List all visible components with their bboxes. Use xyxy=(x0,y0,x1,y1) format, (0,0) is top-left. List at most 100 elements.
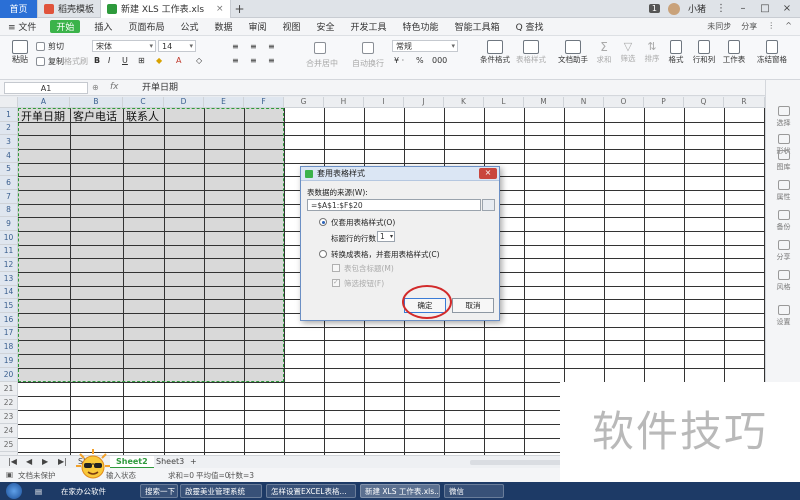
side-settings[interactable]: 设置 xyxy=(766,305,800,327)
more-icon[interactable]: ⋮ xyxy=(714,3,728,14)
column-header[interactable]: O xyxy=(604,97,644,108)
side-gallery[interactable]: 图库 xyxy=(766,150,800,172)
column-header[interactable]: L xyxy=(484,97,524,108)
tab-count-badge[interactable]: 1 xyxy=(648,4,660,13)
row-header[interactable]: 19 xyxy=(0,354,18,368)
row-header[interactable]: 2 xyxy=(0,122,18,135)
paste-button[interactable]: 粘贴 xyxy=(6,40,34,65)
header-checkbox[interactable] xyxy=(332,264,340,272)
minimize-icon[interactable]: – xyxy=(736,3,750,14)
row-header[interactable]: 18 xyxy=(0,340,18,354)
taskbar-search[interactable]: 搜索一下 xyxy=(140,484,178,498)
row-header[interactable]: 14 xyxy=(0,286,18,299)
format-button[interactable]: 格式 xyxy=(664,40,688,65)
fx-icon[interactable]: fx xyxy=(110,82,119,92)
column-header[interactable]: J xyxy=(404,97,444,108)
row-header[interactable]: 10 xyxy=(0,231,18,245)
menu-file[interactable]: ≡ 文件 xyxy=(0,18,44,36)
row-header[interactable]: 7 xyxy=(0,190,18,204)
row-header[interactable]: 23 xyxy=(0,410,18,424)
avatar[interactable] xyxy=(667,2,680,15)
side-select[interactable]: 选择 xyxy=(766,106,800,128)
wrap-button[interactable]: 自动换行 xyxy=(352,58,384,69)
column-header[interactable]: P xyxy=(644,97,684,108)
column-header[interactable]: M xyxy=(524,97,564,108)
bold-button[interactable]: B xyxy=(94,56,100,65)
tab-home[interactable]: 首页 xyxy=(0,0,38,18)
taskbar-office[interactable]: 在家办公软件 xyxy=(56,484,134,498)
row-header[interactable]: 21 xyxy=(0,382,18,396)
row-header[interactable]: 24 xyxy=(0,424,18,438)
convert-label[interactable]: 转换成表格，并套用表格样式(C) xyxy=(331,249,440,260)
side-backup[interactable]: 备份 xyxy=(766,210,800,232)
new-tab-button[interactable]: + xyxy=(231,2,249,16)
share-button[interactable]: 分享 xyxy=(741,21,757,32)
side-share[interactable]: 分享 xyxy=(766,240,800,262)
tab-workbook[interactable]: 新建 XLS 工作表.xls × xyxy=(101,0,231,18)
name-box[interactable]: A1 xyxy=(4,82,88,94)
copy-button[interactable]: 复制 xyxy=(36,56,64,67)
taskbar-item-4[interactable]: 微信 xyxy=(444,484,504,498)
column-header[interactable]: K xyxy=(444,97,484,108)
taskbar-item-2[interactable]: 怎样设置EXCEL表格... xyxy=(266,484,356,498)
merge-icon[interactable] xyxy=(314,42,326,54)
italic-button[interactable]: I xyxy=(108,56,110,65)
menu-start[interactable]: 开始 xyxy=(50,20,81,33)
range-picker-button[interactable] xyxy=(482,199,495,211)
side-properties[interactable]: 属性 xyxy=(766,180,800,202)
column-header[interactable]: F xyxy=(244,97,284,108)
row-header[interactable]: 13 xyxy=(0,272,18,286)
row-header[interactable]: 16 xyxy=(0,313,18,327)
rowcol-button[interactable]: 行和列 xyxy=(690,40,718,65)
side-style[interactable]: 风格 xyxy=(766,270,800,292)
freeze-button[interactable]: 冻结窗格 xyxy=(752,40,792,65)
column-header[interactable]: C xyxy=(123,97,164,108)
collapse-ribbon-icon[interactable]: ^ xyxy=(785,21,792,32)
user-name[interactable]: 小猪 xyxy=(688,2,706,15)
menu-developer[interactable]: 开发工具 xyxy=(343,18,395,36)
close-tab-icon[interactable]: × xyxy=(216,4,224,14)
conditional-format-button[interactable]: 条件格式 xyxy=(478,40,512,65)
align-middle-icon[interactable]: ≡ xyxy=(250,42,257,51)
formula-input[interactable]: 开单日期 xyxy=(142,82,762,94)
menu-search[interactable]: Q 查找 xyxy=(508,18,552,36)
merge-button[interactable]: 合并居中 xyxy=(306,58,338,69)
taskbar-item-3[interactable]: 新建 XLS 工作表.xls... xyxy=(360,484,440,498)
column-header[interactable]: B xyxy=(70,97,123,108)
sum-button[interactable]: Σ 求和 xyxy=(592,40,616,65)
menu-data[interactable]: 数据 xyxy=(206,18,240,36)
header-rows-select[interactable]: 1 xyxy=(377,231,395,242)
filter-button[interactable]: ▽ 筛选 xyxy=(616,40,640,64)
clear-icon[interactable]: ◇ xyxy=(196,56,202,65)
select-all-corner[interactable] xyxy=(0,97,18,108)
column-header[interactable]: Q xyxy=(684,97,724,108)
row-header[interactable]: 8 xyxy=(0,204,18,217)
taskbar-item-1[interactable]: 啟靈美业管理系统 xyxy=(180,484,262,498)
menu-view[interactable]: 视图 xyxy=(275,18,309,36)
cancel-button[interactable]: 取消 xyxy=(452,298,494,313)
radio-convert[interactable] xyxy=(319,250,327,258)
sync-status[interactable]: 未同步 xyxy=(707,21,731,32)
row-header[interactable]: 25 xyxy=(0,438,18,452)
source-range-input[interactable]: =$A$1:$F$20 xyxy=(307,199,481,211)
start-icon[interactable] xyxy=(6,483,22,499)
font-size-select[interactable]: 14 xyxy=(158,40,196,52)
row-header[interactable]: 20 xyxy=(0,368,18,382)
style-only-label[interactable]: 仅套用表格样式(O) xyxy=(331,217,395,228)
menu-formulas[interactable]: 公式 xyxy=(172,18,206,36)
menu-insert[interactable]: 插入 xyxy=(86,18,120,36)
column-header[interactable]: A xyxy=(18,97,70,108)
menu-features[interactable]: 特色功能 xyxy=(395,18,447,36)
row-header[interactable]: 5 xyxy=(0,163,18,176)
column-header[interactable]: I xyxy=(364,97,404,108)
column-header[interactable]: H xyxy=(324,97,364,108)
row-header[interactable]: 15 xyxy=(0,299,18,313)
row-header[interactable]: 12 xyxy=(0,258,18,272)
row-header[interactable]: 6 xyxy=(0,176,18,190)
fill-color-icon[interactable]: ◆ xyxy=(156,56,162,65)
menu-security[interactable]: 安全 xyxy=(309,18,343,36)
percent-icon[interactable]: % xyxy=(416,56,424,65)
menu-review[interactable]: 审阅 xyxy=(240,18,274,36)
menu-page-layout[interactable]: 页面布局 xyxy=(120,18,172,36)
row-header[interactable]: 22 xyxy=(0,396,18,410)
